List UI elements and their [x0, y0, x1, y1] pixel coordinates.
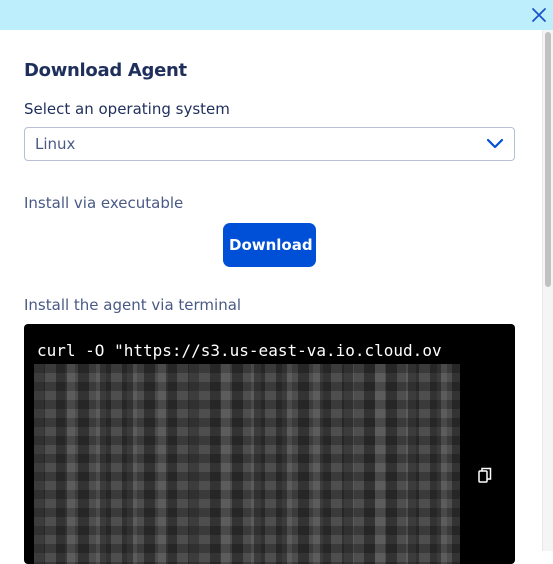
copy-icon — [478, 467, 492, 483]
download-button[interactable]: Download — [223, 223, 316, 267]
os-select[interactable]: Linux — [24, 127, 515, 161]
executable-section-label: Install via executable — [24, 194, 184, 212]
scrollbar[interactable] — [542, 30, 553, 551]
dialog-header-bar — [0, 0, 553, 30]
copy-button[interactable] — [476, 466, 494, 484]
dialog-title: Download Agent — [24, 60, 187, 81]
scrollbar-thumb[interactable] — [545, 32, 551, 287]
os-select-label: Select an operating system — [24, 100, 230, 118]
os-select-value: Linux — [35, 135, 76, 153]
chevron-down-icon — [486, 138, 504, 150]
redacted-region — [34, 364, 460, 564]
terminal-section-label: Install the agent via terminal — [24, 296, 242, 314]
terminal-code-block: curl -O "https://s3.us-east-va.io.cloud.… — [24, 324, 515, 564]
close-button[interactable] — [529, 5, 549, 25]
close-icon — [532, 8, 546, 22]
